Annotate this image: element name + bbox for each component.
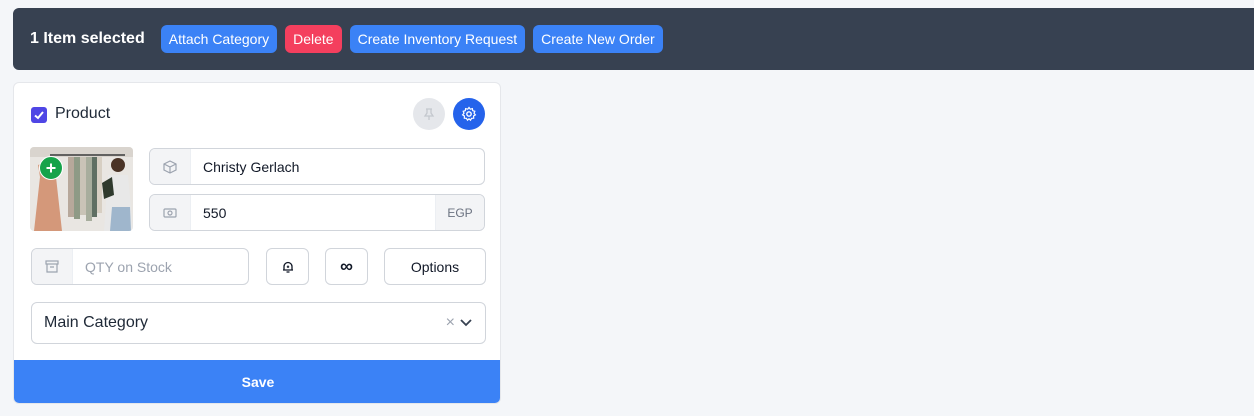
save-button[interactable]: Save bbox=[14, 360, 500, 403]
create-inventory-request-button[interactable]: Create Inventory Request bbox=[349, 25, 526, 53]
delete-button[interactable]: Delete bbox=[285, 25, 342, 53]
unlimited-stock-button[interactable]: ∞ bbox=[325, 248, 368, 285]
category-select-value: Main Category bbox=[44, 314, 149, 331]
price-field[interactable]: 550 EGP bbox=[149, 194, 485, 231]
chevron-down-icon[interactable] bbox=[459, 318, 473, 328]
settings-button[interactable] bbox=[453, 98, 485, 130]
archive-icon bbox=[45, 260, 59, 273]
product-name-value[interactable]: Christy Gerlach bbox=[191, 159, 484, 175]
price-value[interactable]: 550 bbox=[191, 205, 435, 221]
qty-field[interactable]: QTY on Stock bbox=[31, 248, 249, 285]
banknote-icon bbox=[163, 207, 177, 218]
product-checkbox[interactable] bbox=[31, 107, 47, 123]
qty-prefix bbox=[32, 249, 73, 284]
options-button[interactable]: Options bbox=[384, 248, 486, 285]
attach-category-button[interactable]: Attach Category bbox=[160, 25, 278, 53]
selection-count: 1 Item selected bbox=[30, 30, 145, 47]
qty-placeholder[interactable]: QTY on Stock bbox=[73, 259, 248, 275]
gear-icon bbox=[461, 106, 477, 122]
clear-icon[interactable]: × bbox=[446, 314, 455, 332]
box-icon bbox=[163, 159, 177, 174]
price-prefix bbox=[150, 195, 191, 230]
category-select[interactable]: Main Category × bbox=[31, 302, 486, 344]
product-title: Product bbox=[55, 105, 111, 122]
bulk-action-bar: 1 Item selected Attach Category Delete C… bbox=[13, 8, 1254, 70]
product-name-field[interactable]: Christy Gerlach bbox=[149, 148, 485, 185]
check-icon bbox=[34, 111, 44, 120]
product-card: Product Christy Gerlach 550 EGP QTY on S… bbox=[13, 82, 501, 404]
create-new-order-button[interactable]: Create New Order bbox=[533, 25, 663, 53]
name-prefix bbox=[150, 149, 191, 184]
bell-icon bbox=[282, 261, 293, 273]
plus-icon bbox=[46, 163, 56, 173]
add-image-button[interactable] bbox=[39, 156, 63, 180]
pin-icon bbox=[423, 108, 435, 120]
currency-suffix: EGP bbox=[435, 195, 484, 230]
pin-button[interactable] bbox=[413, 98, 445, 130]
stock-alert-button[interactable] bbox=[266, 248, 309, 285]
